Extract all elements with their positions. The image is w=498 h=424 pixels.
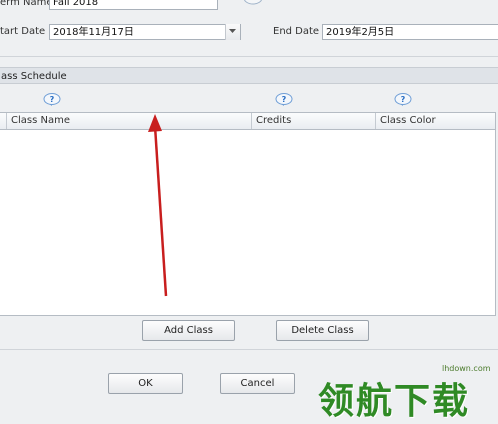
svg-text:?: ? xyxy=(50,95,55,104)
delete-class-button[interactable]: Delete Class xyxy=(276,320,369,341)
column-header-class-color[interactable]: Class Color xyxy=(375,113,495,129)
start-date-dropdown-button[interactable] xyxy=(225,24,240,40)
help-icon-class-color[interactable]: ? xyxy=(394,93,412,107)
column-header-credits[interactable]: Credits xyxy=(251,113,375,129)
svg-text:?: ? xyxy=(401,95,406,104)
svg-text:?: ? xyxy=(282,95,287,104)
class-schedule-title: ass Schedule xyxy=(1,71,67,82)
grid-header: Class Name Credits Class Color xyxy=(0,113,495,130)
help-icon-credits[interactable]: ? xyxy=(275,93,293,107)
class-schedule-grid[interactable]: Class Name Credits Class Color xyxy=(0,112,496,316)
start-date-label: tart Date xyxy=(0,26,46,37)
add-class-button[interactable]: Add Class xyxy=(142,320,235,341)
help-icon-top[interactable] xyxy=(242,0,264,8)
ok-button[interactable]: OK xyxy=(108,373,183,394)
chevron-down-icon xyxy=(229,29,236,33)
term-name-label: erm Name xyxy=(0,0,53,8)
column-header-class-name[interactable]: Class Name xyxy=(6,113,251,129)
annotation-arrow xyxy=(148,114,168,297)
class-schedule-header: ass Schedule xyxy=(0,67,498,84)
watermark-brand: 领航下载 xyxy=(318,381,471,422)
term-name-input[interactable]: Fall 2018 xyxy=(49,0,218,10)
divider-bottom xyxy=(0,349,498,350)
end-date-input[interactable]: 2019年2月5日 xyxy=(322,24,498,40)
start-date-input[interactable]: 2018年11月17日 xyxy=(49,24,241,40)
cancel-button[interactable]: Cancel xyxy=(220,373,295,394)
help-icon-class-name[interactable]: ? xyxy=(43,93,61,107)
divider-top xyxy=(0,56,498,57)
end-date-label: End Date xyxy=(273,26,320,37)
